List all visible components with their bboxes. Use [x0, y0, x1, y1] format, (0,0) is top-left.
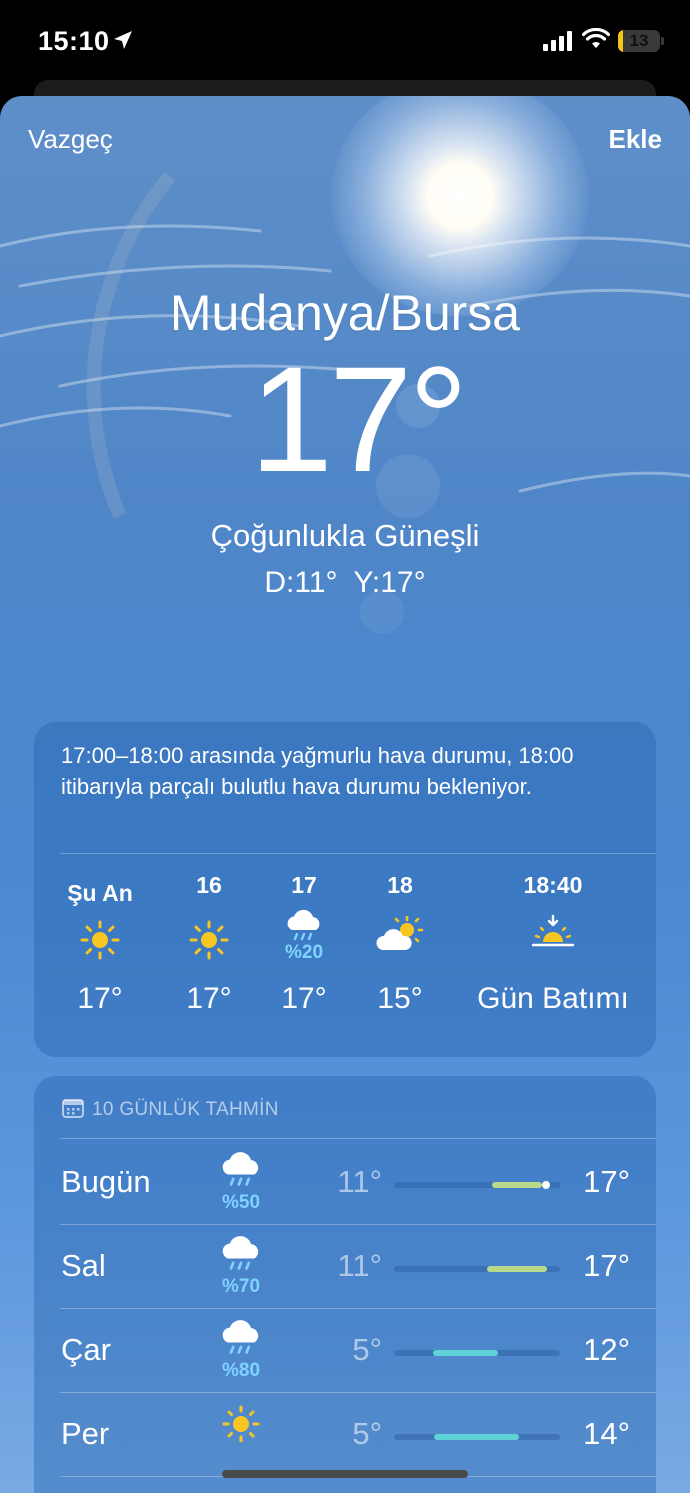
hour-item: 18 15° [345, 872, 455, 1016]
wifi-icon [582, 28, 610, 48]
city-name: Mudanya/Bursa [169, 285, 521, 341]
temp-range-bar [394, 1350, 560, 1356]
hour-label: Şu An [67, 880, 133, 906]
forecast-summary: 17:00–18:00 arasında yağmurlu hava durum… [61, 743, 574, 799]
hour-icon [154, 914, 264, 978]
ten-day-header: 10 GÜNLÜK TAHMİN [62, 1098, 279, 1121]
cancel-button[interactable]: Vazgeç [28, 124, 113, 155]
high-temp: 17° [583, 1164, 630, 1199]
ten-day-title: 10 GÜNLÜK TAHMİN [92, 1099, 279, 1120]
weather-preview-sheet: Vazgeç Ekle Mudanya/Bursa 17° Çoğunlukla… [0, 96, 690, 1493]
rain-cloud-icon [287, 909, 320, 941]
day-row[interactable]: Çar %80 5° 12° [34, 1308, 656, 1392]
battery-percent: 13 [629, 31, 649, 50]
high-temp: 14° [583, 1416, 630, 1451]
low-temp: D:11° [264, 566, 338, 599]
temp-range-fill [434, 1434, 519, 1440]
add-button[interactable]: Ekle [609, 124, 663, 155]
temp-range-fill [433, 1350, 498, 1356]
status-bar: 15:10 13 [0, 0, 690, 82]
temp-range-bar [394, 1181, 560, 1189]
hour-label: 18:40 [523, 872, 583, 898]
temp-range-bar [394, 1266, 560, 1272]
temp-range-fill [492, 1182, 542, 1188]
day-row[interactable]: Bugün %50 11° 17° [34, 1140, 656, 1224]
precip-chance: %50 [221, 1192, 261, 1213]
low-temp: 11° [337, 1164, 382, 1199]
low-temp: 5° [352, 1332, 382, 1367]
hour-temp: 17° [186, 982, 232, 1015]
current-temperature: 17° [249, 335, 469, 503]
day-name: Çar [61, 1332, 111, 1367]
sun-icon [222, 1405, 260, 1442]
sun-icon [189, 920, 229, 960]
condition-text: Çoğunlukla Güneşli [210, 518, 480, 553]
high-temp: 12° [583, 1332, 630, 1367]
sun-icon [80, 920, 120, 960]
rain-cloud-icon [222, 1236, 259, 1270]
high-low: D:11° Y:17° [0, 566, 690, 600]
precip-chance: %80 [221, 1360, 261, 1381]
temp-range-fill [487, 1266, 547, 1272]
low-temp: 5° [352, 1416, 382, 1451]
sunset-label: Gün Batımı [477, 982, 629, 1015]
day-name: Bugün [61, 1164, 151, 1199]
ten-day-forecast-card[interactable]: 10 GÜNLÜK TAHMİN Bugün %50 11° 17° Sal %… [34, 1076, 656, 1493]
battery-icon: 13 [618, 30, 660, 52]
low-temp: 11° [337, 1248, 382, 1283]
rain-cloud-icon [222, 1320, 259, 1354]
day-name: Per [61, 1416, 110, 1451]
partly-cloudy-icon [376, 916, 424, 950]
hour-icon [458, 914, 648, 978]
status-time: 15:10 [38, 26, 110, 56]
cellular-signal-icon [543, 31, 572, 51]
high-temp: Y:17° [353, 566, 426, 599]
day-row[interactable]: Per 5° 14° [34, 1392, 656, 1476]
battery-tip [661, 37, 664, 45]
hour-label: 17 [291, 872, 317, 898]
hour-temp: 15° [377, 982, 423, 1015]
hour-item-now: Şu An 17° [45, 872, 155, 1016]
hour-icon [345, 914, 455, 978]
rain-cloud-icon [222, 1152, 259, 1186]
hour-label: 18 [387, 872, 413, 898]
hour-temp: 17° [77, 982, 123, 1015]
precip-chance: %20 [284, 942, 324, 963]
hourly-forecast-card[interactable]: 17:00–18:00 arasında yağmurlu hava durum… [34, 722, 656, 1057]
hour-icon [45, 914, 155, 978]
hour-item: 17 %20 17° [249, 872, 359, 1016]
current-temp-dot [542, 1181, 550, 1189]
temp-range-bar [394, 1434, 560, 1440]
home-indicator[interactable] [222, 1470, 468, 1478]
divider [60, 1138, 656, 1139]
precip-chance: %70 [221, 1276, 261, 1297]
hour-item: 16 17° [154, 872, 264, 1016]
hour-label: 16 [196, 872, 222, 898]
location-arrow-icon [114, 31, 132, 49]
day-row[interactable]: Sal %70 11° 17° [34, 1224, 656, 1308]
hour-temp: 17° [281, 982, 327, 1015]
divider [60, 853, 656, 854]
high-temp: 17° [583, 1248, 630, 1283]
hour-item-sunset: 18:40 Gün Batımı [458, 872, 648, 1016]
day-name: Sal [61, 1248, 106, 1283]
calendar-icon [62, 1099, 84, 1118]
hour-icon: %20 [249, 909, 359, 978]
sunset-icon [531, 914, 575, 947]
